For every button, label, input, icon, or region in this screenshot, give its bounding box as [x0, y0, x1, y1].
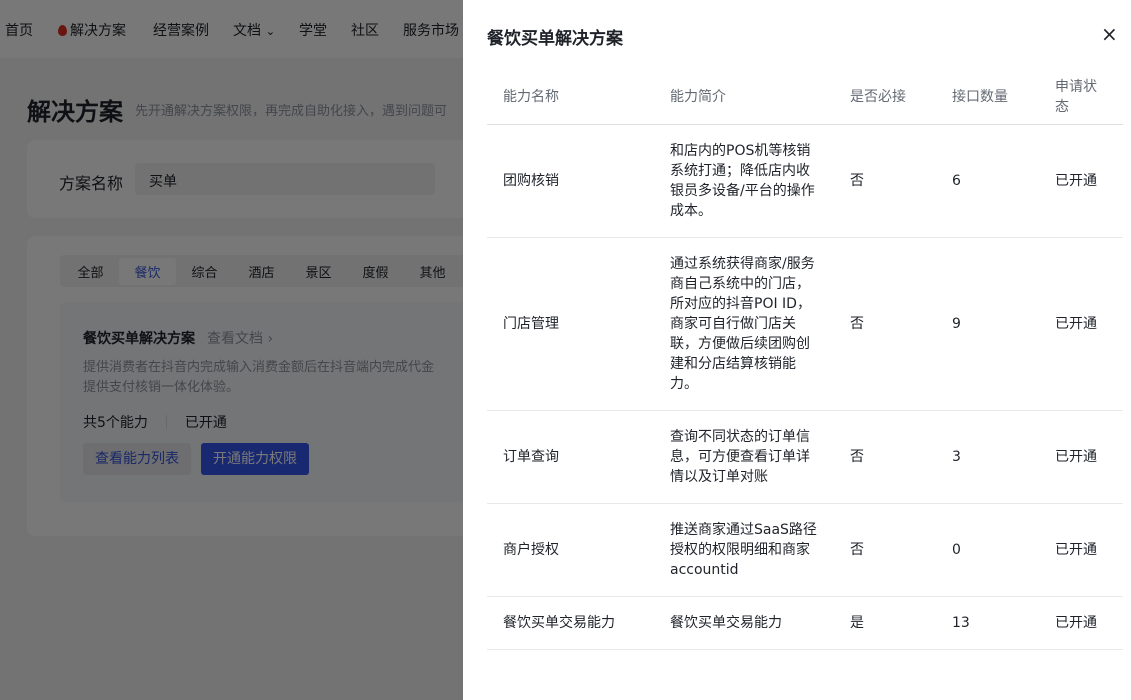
- ability-name-text: 团购核销: [503, 172, 559, 189]
- apply-status-text: 已开通: [1055, 315, 1097, 332]
- ability-name: 门店管理: [487, 237, 670, 411]
- nav-docs[interactable]: 文档 ⌄: [233, 20, 275, 40]
- table-row: 门店管理 通过系统获得商家/服务商自己系统中的门店，所对应的抖音POI ID，商家…: [487, 237, 1123, 411]
- api-count-text: 9: [952, 315, 961, 332]
- tab-general[interactable]: 综合: [176, 258, 233, 285]
- api-count: 9: [952, 237, 1055, 411]
- chevron-down-icon: ⌄: [265, 24, 276, 38]
- nav-docs-label: 文档: [233, 23, 261, 39]
- apply-status-text: 已开通: [1055, 448, 1097, 465]
- solution-status: 已开通: [184, 415, 227, 431]
- api-count-text: 6: [952, 172, 961, 189]
- api-count: 0: [952, 503, 1055, 597]
- open-permission-button[interactable]: 开通能力权限: [201, 443, 309, 475]
- api-count: 3: [952, 410, 1055, 504]
- col-desc: 能力简介: [670, 70, 850, 125]
- ability-count: 共5个能力: [83, 415, 148, 431]
- page-title: 解决方案: [27, 98, 123, 126]
- apply-status: 已开通: [1055, 124, 1123, 238]
- api-count-text: 0: [952, 541, 961, 558]
- required-flag-text: 否: [850, 172, 864, 189]
- required-flag: 否: [850, 124, 952, 238]
- api-count: 6: [952, 124, 1055, 238]
- col-count: 接口数量: [952, 70, 1055, 125]
- tab-catering[interactable]: 餐饮: [119, 257, 176, 285]
- apply-status-text: 已开通: [1055, 541, 1097, 558]
- nav-solutions-label: 解决方案: [70, 23, 126, 39]
- apply-status: 已开通: [1055, 410, 1123, 504]
- table-row: 商户授权 推送商家通过SaaS路径授权的权限明细和商家accountid 否 0 已开通: [487, 503, 1123, 597]
- required-flag: 否: [850, 410, 952, 504]
- table-row: 团购核销 和店内的POS机等核销系统打通；降低店内收银员多设备/平台的操作成本。 否…: [487, 124, 1123, 238]
- flame-icon: [58, 25, 67, 36]
- col-status: 申请状态: [1055, 70, 1123, 125]
- ability-desc: 推送商家通过SaaS路径授权的权限明细和商家accountid: [670, 503, 850, 597]
- tab-other[interactable]: 其他: [404, 258, 461, 285]
- ability-name: 订单查询: [487, 410, 670, 504]
- col-name: 能力名称: [487, 70, 670, 125]
- ability-desc: 通过系统获得商家/服务商自己系统中的门店，所对应的抖音POI ID，商家可自行做…: [670, 237, 850, 411]
- solution-title: 餐饮买单解决方案: [83, 331, 195, 347]
- col-status-label: 申请状态: [1055, 78, 1097, 115]
- ability-desc-text: 推送商家通过SaaS路径授权的权限明细和商家accountid: [670, 521, 817, 578]
- ability-name-text: 门店管理: [503, 315, 559, 332]
- solution-meta: 共5个能力 已开通: [83, 412, 227, 432]
- abilities-table: 能力名称 能力简介 是否必接 接口数量 申请状态 团购核销 和店内的POS机等核销…: [487, 70, 1123, 650]
- table-row: 餐饮买单交易能力 餐饮买单交易能力 是 13 已开通: [487, 596, 1123, 650]
- solution-desc: 提供消费者在抖音内完成输入消费金额后在抖音端内完成代金 提供支付核销一体化体验。: [83, 358, 434, 398]
- col-required: 是否必接: [850, 70, 952, 125]
- api-count: 13: [952, 596, 1055, 650]
- apply-status-text: 已开通: [1055, 614, 1097, 631]
- required-flag-text: 是: [850, 614, 864, 631]
- tab-hotel[interactable]: 酒店: [233, 258, 290, 285]
- ability-desc-text: 查询不同状态的订单信息，可方便查看订单详情以及订单对账: [670, 428, 810, 485]
- drawer-title: 餐饮买单解决方案: [487, 29, 623, 49]
- api-count-text: 3: [952, 448, 961, 465]
- search-label: 方案名称: [59, 174, 124, 193]
- ability-name: 商户授权: [487, 503, 670, 597]
- table-header: 能力名称 能力简介 是否必接 接口数量 申请状态: [487, 70, 1123, 125]
- apply-status: 已开通: [1055, 503, 1123, 597]
- tab-all[interactable]: 全部: [62, 258, 119, 285]
- ability-name-text: 订单查询: [503, 448, 559, 465]
- ability-desc-text: 通过系统获得商家/服务商自己系统中的门店，所对应的抖音POI ID，商家可自行做…: [670, 255, 815, 392]
- nav-solutions[interactable]: 解决方案: [58, 20, 126, 40]
- apply-status: 已开通: [1055, 596, 1123, 650]
- ability-name-text: 餐饮买单交易能力: [503, 614, 615, 631]
- ability-desc-text: 餐饮买单交易能力: [670, 614, 782, 631]
- required-flag: 是: [850, 596, 952, 650]
- ability-name: 餐饮买单交易能力: [487, 596, 670, 650]
- required-flag: 否: [850, 503, 952, 597]
- ability-desc-text: 和店内的POS机等核销系统打通；降低店内收银员多设备/平台的操作成本。: [670, 142, 815, 219]
- view-docs-link[interactable]: 查看文档 ›: [207, 328, 273, 348]
- page-subtitle: 先开通解决方案权限，再完成自助化接入，遇到问题可: [135, 104, 448, 119]
- ability-desc: 餐饮买单交易能力: [670, 596, 850, 650]
- nav-cases[interactable]: 经营案例: [153, 20, 209, 40]
- ability-name: 团购核销: [487, 124, 670, 238]
- solution-name-input[interactable]: 买单: [135, 163, 435, 195]
- desc-line: 提供消费者在抖音内完成输入消费金额后在抖音端内完成代金: [83, 360, 435, 375]
- ability-name-text: 商户授权: [503, 541, 559, 558]
- divider: [165, 415, 167, 429]
- nav-market[interactable]: 服务市场: [403, 20, 459, 40]
- tab-resort[interactable]: 度假: [347, 258, 404, 285]
- tab-scenic[interactable]: 景区: [290, 258, 347, 285]
- required-flag-text: 否: [850, 315, 864, 332]
- ability-desc: 查询不同状态的订单信息，可方便查看订单详情以及订单对账: [670, 410, 850, 504]
- nav-community[interactable]: 社区: [351, 20, 379, 40]
- apply-status-text: 已开通: [1055, 172, 1097, 189]
- view-abilities-button[interactable]: 查看能力列表: [83, 443, 191, 475]
- table-row: 订单查询 查询不同状态的订单信息，可方便查看订单详情以及订单对账 否 3 已开通: [487, 410, 1123, 504]
- nav-academy[interactable]: 学堂: [299, 20, 327, 40]
- required-flag-text: 否: [850, 448, 864, 465]
- nav-home[interactable]: 首页: [5, 20, 33, 40]
- close-icon[interactable]: ×: [1101, 24, 1118, 44]
- desc-line: 提供支付核销一体化体验。: [83, 380, 240, 395]
- abilities-drawer: 餐饮买单解决方案 × 能力名称 能力简介 是否必接 接口数量 申请状态 团购核销…: [463, 0, 1131, 700]
- required-flag: 否: [850, 237, 952, 411]
- ability-desc: 和店内的POS机等核销系统打通；降低店内收银员多设备/平台的操作成本。: [670, 124, 850, 238]
- required-flag-text: 否: [850, 541, 864, 558]
- api-count-text: 13: [952, 614, 970, 631]
- apply-status: 已开通: [1055, 237, 1123, 411]
